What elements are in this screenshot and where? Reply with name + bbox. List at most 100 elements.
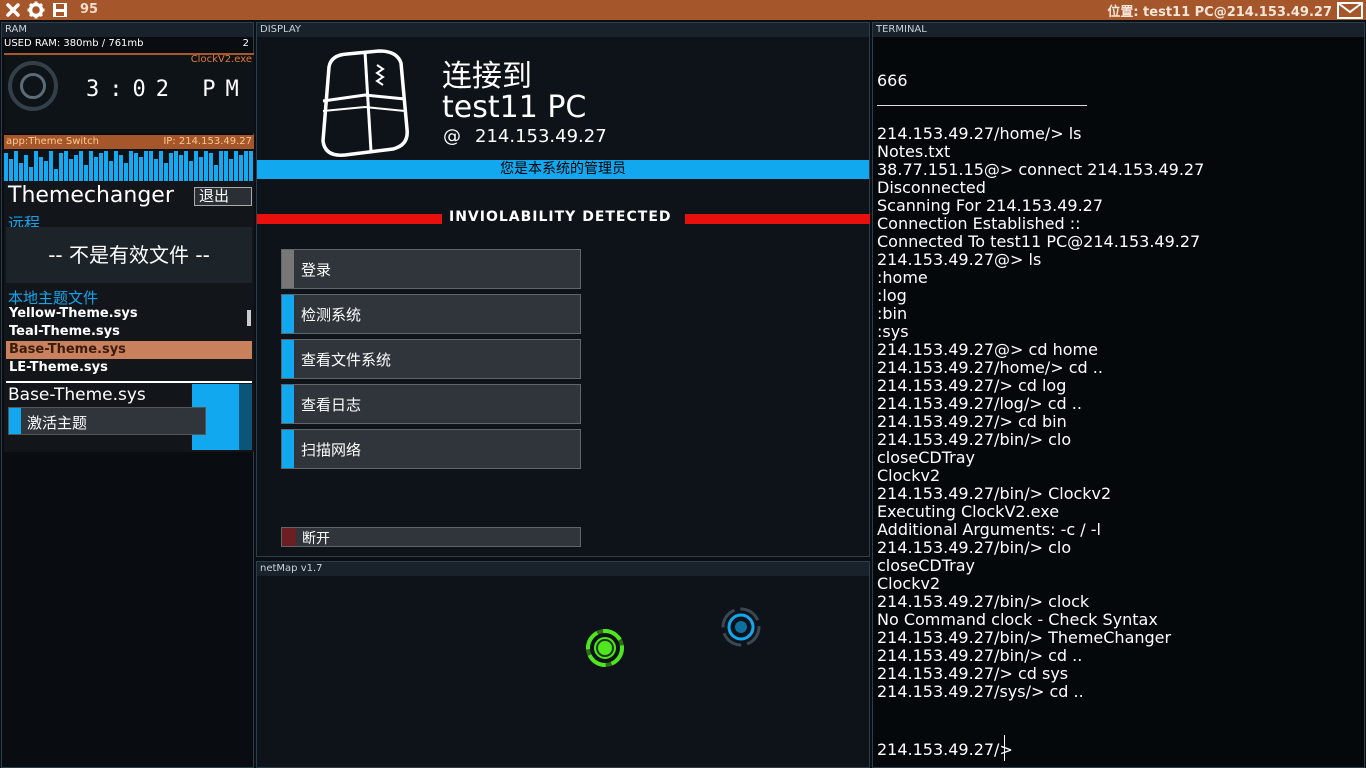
terminal-line: 214.153.49.27/bin/> clo [877,538,1072,557]
warning-bar-left [257,214,442,224]
gear-icon[interactable] [26,1,46,19]
clock-exe-label: ClockV2.exe [190,54,252,65]
scan-network-label: 扫描网络 [301,441,362,459]
activity-bar [29,167,33,181]
netmap-panel: netMap v1.7 [256,561,870,768]
theme-switch-module: app:Theme Switch IP: 214.153.49.27 Theme… [4,135,254,452]
inviolability-warning: INVIOLABILITY DETECTED [449,209,672,225]
terminal-line: 214.153.49.27/bin/> Clockv2 [877,484,1112,503]
view-filesystem-button[interactable]: 查看文件系统 [281,339,581,379]
divider [6,381,252,383]
target-ip: 214.153.49.27 [475,126,607,147]
computer-icon [321,49,409,157]
remote-node-icon[interactable] [720,606,762,648]
activity-bar [129,151,133,181]
terminal-line: Connected To test11 PC@214.153.49.27 [877,232,1201,251]
login-button[interactable]: 登录 [281,249,581,289]
activity-bar [184,151,188,181]
activity-bar [144,151,148,181]
terminal-line: 214.153.49.27@> ls [877,250,1042,269]
view-filesystem-label: 查看文件系统 [301,351,392,369]
activity-bar [134,153,138,181]
activity-bar [164,163,168,181]
terminal-line: 214.153.49.27/bin/> cd .. [877,646,1083,665]
terminal-line: 214.153.49.27/home/> ls [877,124,1082,143]
activate-theme-button[interactable]: 激活主题 [8,407,206,435]
clock-module[interactable]: ClockV2.exe 3:02 PM [4,53,254,133]
display-panel: DISPLAY 连接到 test11 PC @214.153.49.27 您是本… [256,22,870,557]
scan-network-button[interactable]: 扫描网络 [281,429,581,469]
terminal-line: 214.153.49.27/sys/> cd .. [877,682,1084,701]
terminal-line: 214.153.49.27/bin/> clock [877,592,1090,611]
view-logs-label: 查看日志 [301,396,362,414]
activate-theme-label: 激活主题 [27,414,88,432]
activity-bar [194,151,198,181]
mail-icon[interactable] [1337,2,1363,23]
terminal-line: No Command clock - Check Syntax [877,610,1158,629]
activity-bar [99,153,103,181]
terminal-line: Clockv2 [877,574,941,593]
activity-bar [139,157,143,181]
terminal-separator [877,105,1087,106]
activity-bars [4,149,254,181]
activity-bar [109,161,113,181]
activity-bar [9,159,13,181]
theme-file-item[interactable]: Yellow-Theme.sys [6,305,252,323]
target-ip-line: @214.153.49.27 [443,126,607,147]
terminal-header: 666 [877,71,908,90]
terminal-line: Scanning For 214.153.49.27 [877,196,1104,215]
activity-bar [209,153,213,181]
theme-file-item[interactable]: LE-Theme.sys [6,359,252,377]
view-logs-button[interactable]: 查看日志 [281,384,581,424]
activity-bar [199,157,203,181]
activity-bar [214,165,218,181]
terminal-line: 214.153.49.27/> cd log [877,376,1067,395]
home-node-icon[interactable] [585,628,625,668]
location-label: 位置: test11 PC@214.153.49.27 [1107,5,1332,20]
theme-file-item-selected[interactable]: Base-Theme.sys [6,341,252,359]
terminal-line: :sys [877,322,909,341]
at-symbol: @ [443,126,461,147]
terminal-output: 214.153.49.27/home/> ls Notes.txt 38.77.15… [877,125,1204,701]
activity-bar [94,157,98,181]
theme-app-label: app:Theme Switch [6,136,99,147]
theme-file-item[interactable]: Teal-Theme.sys [6,323,252,341]
disconnect-button[interactable]: 断开 [281,527,581,547]
activity-bar [234,151,238,181]
terminal-line: 214.153.49.27/bin/> ThemeChanger [877,628,1172,647]
terminal-line: :bin [877,304,908,323]
warning-bar-right [685,214,870,224]
activity-bar [89,151,93,181]
terminal-panel[interactable]: TERMINAL 666 214.153.49.27/home/> ls Note… [872,22,1365,768]
exit-button[interactable]: 退出 [194,187,252,206]
connected-to-label: 连接到 [442,59,532,94]
activity-bar [44,161,48,181]
display-title: DISPLAY [257,23,869,37]
activity-bar [189,161,193,181]
save-icon[interactable] [50,1,70,19]
terminal-line: 214.153.49.27/log/> cd .. [877,394,1082,413]
probe-system-label: 检测系统 [301,306,362,324]
button-accent [282,528,296,546]
terminal-title: TERMINAL [873,23,1364,37]
ram-panel: RAM USED RAM: 380mb / 761mb 2 ClockV2.ex… [1,22,254,768]
theme-ip-label: IP: 214.153.49.27 [163,136,252,147]
terminal-line: Notes.txt [877,142,951,161]
disconnect-label: 断开 [302,531,330,547]
activity-bar [49,151,53,181]
activity-bar [4,153,8,181]
activity-bar [224,151,228,181]
activity-bar [69,159,73,181]
activity-bar [159,151,163,181]
activity-bar [249,151,253,181]
terminal-line: Connection Established :: [877,214,1081,233]
invalid-file-notice: -- 不是有效文件 -- [6,227,252,283]
activity-bar [104,151,108,181]
file-list-scrollbar[interactable] [247,310,251,326]
close-icon[interactable] [4,1,22,19]
activity-bar [149,151,153,181]
ram-used-label: USED RAM: 380mb / 761mb [4,38,144,49]
terminal-line: :home [877,268,928,287]
terminal-line: 38.77.151.15@> connect 214.153.49.27 [877,160,1205,179]
probe-system-button[interactable]: 检测系统 [281,294,581,334]
